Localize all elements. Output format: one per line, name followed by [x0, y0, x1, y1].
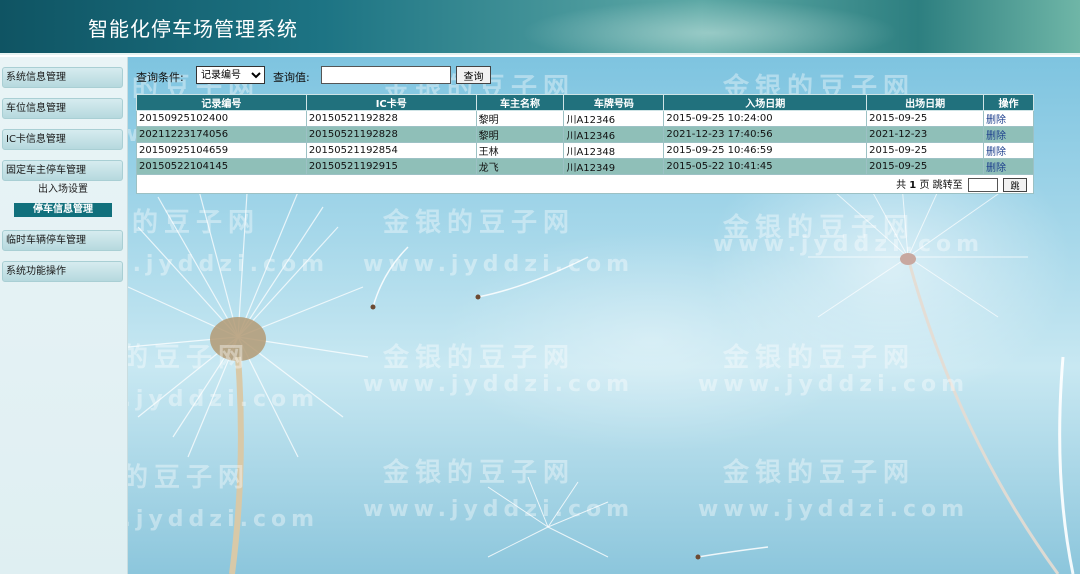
- sidebar-item-ic-card[interactable]: IC卡信息管理: [2, 129, 123, 150]
- cell-plate-number: 川A12346: [563, 126, 665, 143]
- sidebar-item-system-info[interactable]: 系统信息管理: [2, 67, 123, 88]
- column-header-exit-date: 出场日期: [866, 94, 985, 111]
- cell-owner-name: 王林: [475, 142, 565, 159]
- cell-entry-date: 2021-12-23 17:40:56: [663, 126, 868, 143]
- cell-ic-card: 20150521192828: [305, 126, 477, 143]
- cell-ic-card: 20150521192915: [305, 158, 477, 175]
- pager-suffix: 页 跳转至: [919, 180, 963, 191]
- delete-link[interactable]: 删除: [983, 126, 1034, 143]
- cell-entry-date: 2015-05-22 10:41:45: [663, 158, 868, 175]
- sidebar-item-temporary-vehicle[interactable]: 临时车辆停车管理: [2, 230, 123, 251]
- sidebar-item-system-functions[interactable]: 系统功能操作: [2, 261, 123, 282]
- pager: 共 1 页 跳转至 跳: [136, 174, 1034, 194]
- cell-entry-date: 2015-09-25 10:24:00: [663, 110, 868, 127]
- cell-owner-name: 龙飞: [475, 158, 565, 175]
- pager-row: 共 1 页 跳转至 跳: [136, 174, 1034, 194]
- cell-exit-date: 2015-09-25: [866, 110, 985, 127]
- search-button[interactable]: 查询: [456, 66, 491, 84]
- table-header-row: 记录编号 IC卡号 车主名称 车牌号码 入场日期 出场日期 操作: [136, 94, 1034, 111]
- pager-prefix: 共: [896, 180, 907, 191]
- query-condition-select[interactable]: 记录编号: [196, 66, 265, 84]
- main-content: 金银的豆子网 金银的豆子网 金银的豆子网 www.jyddzi.com www.…: [128, 57, 1080, 574]
- cell-entry-date: 2015-09-25 10:46:59: [663, 142, 868, 159]
- sidebar-subitem-parking-info[interactable]: 停车信息管理: [14, 203, 112, 217]
- table-row: 20211223174056 20150521192828 黎明 川A12346…: [136, 126, 1034, 143]
- table-row: 20150925104659 20150521192854 王林 川A12348…: [136, 142, 1034, 159]
- column-header-action: 操作: [983, 94, 1034, 111]
- query-value-input[interactable]: [321, 66, 451, 84]
- page-jump-button[interactable]: 跳: [1003, 178, 1027, 192]
- sidebar-subitem-entry-exit-settings[interactable]: 出入场设置: [14, 183, 112, 197]
- cell-owner-name: 黎明: [475, 110, 565, 127]
- app-title: 智能化停车场管理系统: [88, 17, 298, 41]
- sidebar: 系统信息管理 车位信息管理 IC卡信息管理 固定车主停车管理 出入场设置 停车信…: [0, 57, 128, 574]
- query-value-label: 查询值:: [273, 71, 310, 84]
- cell-plate-number: 川A12349: [563, 158, 665, 175]
- cell-plate-number: 川A12346: [563, 110, 665, 127]
- column-header-entry-date: 入场日期: [663, 94, 868, 111]
- delete-link[interactable]: 删除: [983, 110, 1034, 127]
- cell-record-id: 20211223174056: [136, 126, 307, 143]
- cell-record-id: 20150522104145: [136, 158, 307, 175]
- page-jump-input[interactable]: [967, 178, 998, 192]
- cell-record-id: 20150925104659: [136, 142, 307, 159]
- parking-records-table: 记录编号 IC卡号 车主名称 车牌号码 入场日期 出场日期 操作 2015092…: [136, 94, 1034, 194]
- table-row: 20150522104145 20150521192915 龙飞 川A12349…: [136, 158, 1034, 175]
- query-condition-label: 查询条件:: [136, 71, 184, 84]
- delete-link[interactable]: 删除: [983, 158, 1034, 175]
- cell-exit-date: 2015-09-25: [866, 158, 985, 175]
- column-header-record-id: 记录编号: [136, 94, 307, 111]
- sidebar-item-parking-space[interactable]: 车位信息管理: [2, 98, 123, 119]
- delete-link[interactable]: 删除: [983, 142, 1034, 159]
- cell-record-id: 20150925102400: [136, 110, 307, 127]
- cell-owner-name: 黎明: [475, 126, 565, 143]
- sidebar-item-fixed-owner-parking[interactable]: 固定车主停车管理: [2, 160, 123, 181]
- cell-ic-card: 20150521192854: [305, 142, 477, 159]
- app-header: 智能化停车场管理系统: [0, 0, 1080, 55]
- cell-plate-number: 川A12348: [563, 142, 665, 159]
- column-header-plate-number: 车牌号码: [563, 94, 665, 111]
- column-header-ic-card: IC卡号: [305, 94, 477, 111]
- cell-exit-date: 2021-12-23: [866, 126, 985, 143]
- cell-ic-card: 20150521192828: [305, 110, 477, 127]
- pager-total-pages: 1: [909, 180, 917, 191]
- header-decoration: [520, 0, 900, 55]
- table-row: 20150925102400 20150521192828 黎明 川A12346…: [136, 110, 1034, 127]
- column-header-owner-name: 车主名称: [475, 94, 565, 111]
- cell-exit-date: 2015-09-25: [866, 142, 985, 159]
